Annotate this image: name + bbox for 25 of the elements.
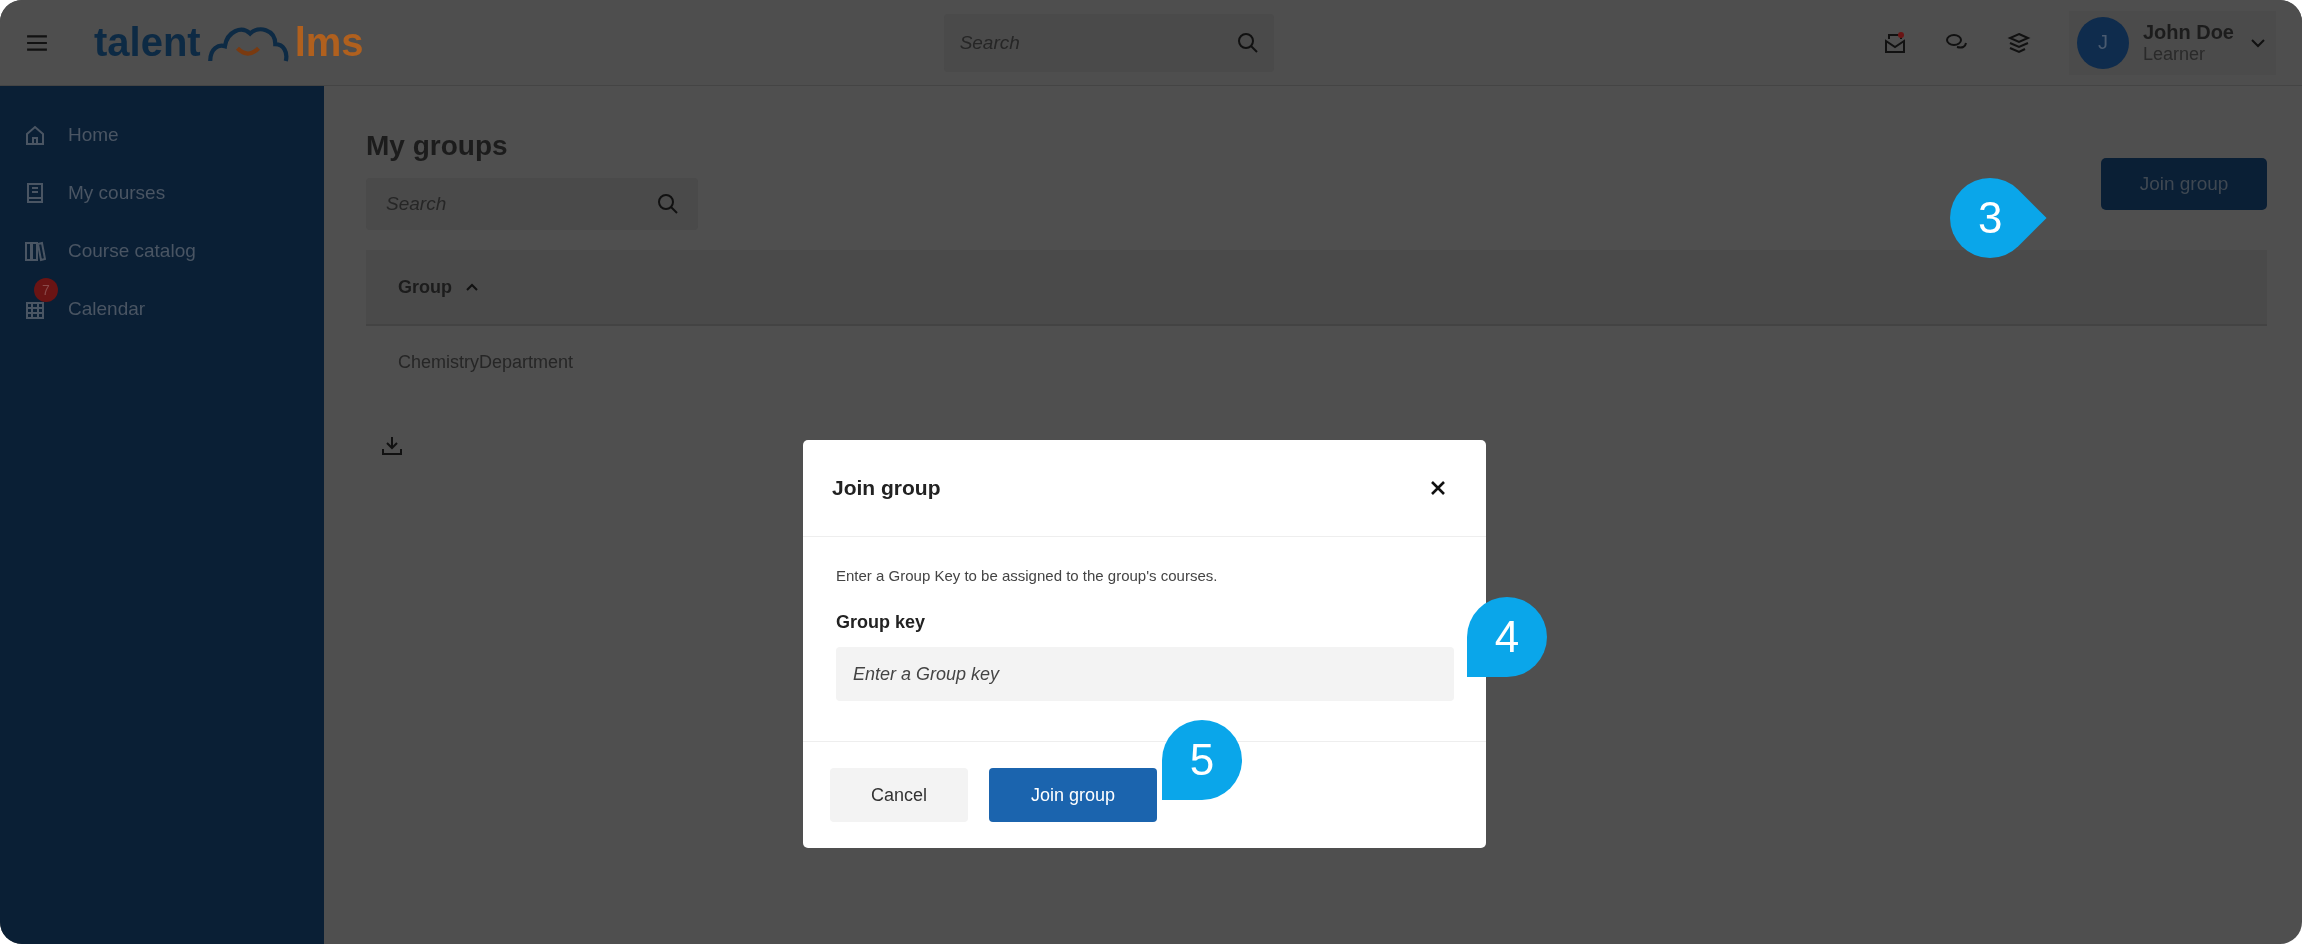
group-key-field[interactable]: Enter a Group key (836, 647, 1454, 701)
books-icon (24, 240, 46, 262)
sidebar-label: Calendar (68, 298, 146, 320)
field-label: Group key (836, 612, 927, 633)
step-callout: 4 (1467, 597, 1547, 677)
sidebar-item[interactable]: Course catalog (0, 222, 324, 280)
search-icon[interactable] (1235, 30, 1260, 55)
sidebar-label: Course catalog (68, 240, 196, 262)
search-icon[interactable] (656, 192, 680, 216)
book-icon (24, 182, 46, 204)
layers-icon[interactable] (2006, 30, 2031, 55)
home-icon (24, 124, 46, 146)
sidebar-item[interactable]: My courses (0, 164, 324, 222)
avatar: J (2076, 16, 2129, 69)
sidebar-label: Home (68, 124, 119, 146)
join-group-button[interactable]: Join group (989, 768, 1157, 822)
download-icon[interactable] (380, 434, 404, 458)
sidebar-item[interactable]: Home (0, 106, 324, 164)
dialog-description: Enter a Group Key to be assigned to the group's courses. (836, 567, 1219, 584)
sidebar-label: My courses (68, 182, 166, 204)
mail-icon[interactable] (1882, 30, 1907, 55)
menu-icon[interactable] (26, 33, 48, 52)
cancel-button[interactable]: Cancel (830, 768, 968, 822)
logo[interactable]: talent lms (94, 20, 364, 65)
dialog-title: Join group (832, 476, 941, 500)
